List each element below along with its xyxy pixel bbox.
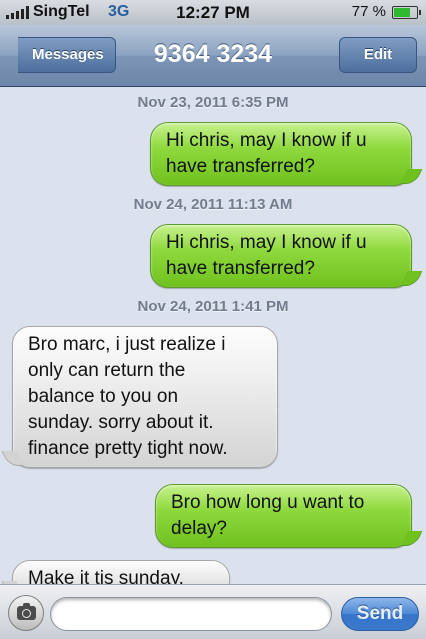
battery-percent: 77 % bbox=[351, 3, 386, 20]
send-button[interactable]: Send bbox=[341, 597, 419, 631]
battery-icon bbox=[392, 6, 421, 19]
camera-icon bbox=[17, 603, 36, 620]
battery-level bbox=[394, 8, 410, 17]
status-bar: SingTel 3G 12:27 PM 77 % bbox=[0, 0, 426, 25]
edit-button[interactable]: Edit bbox=[339, 37, 417, 73]
message-line: delay? bbox=[171, 518, 227, 539]
timestamp: Nov 24, 2011 1:41 PM bbox=[137, 298, 289, 315]
outgoing-message[interactable]: Hi chris, may I know if u have transferr… bbox=[150, 122, 412, 186]
message-input-bar: Send bbox=[0, 584, 426, 639]
message-line: only can return the bbox=[28, 360, 186, 381]
message-line: sunday. sorry about it. bbox=[28, 412, 214, 433]
conversation-thread[interactable]: Nov 23, 2011 6:35 PM Hi chris, may I kno… bbox=[0, 88, 426, 584]
message-line: finance pretty tight now. bbox=[28, 438, 228, 459]
message-line: balance to you on bbox=[28, 386, 179, 407]
message-line: Bro how long u want to bbox=[171, 492, 365, 513]
incoming-message[interactable]: Bro marc, i just realize i only can retu… bbox=[12, 326, 278, 468]
message-line: have transferred? bbox=[166, 156, 315, 177]
message-line: Bro marc, i just realize i bbox=[28, 334, 226, 355]
timestamp: Nov 24, 2011 11:13 AM bbox=[133, 196, 293, 213]
message-input[interactable] bbox=[50, 597, 332, 631]
timestamp: Nov 23, 2011 6:35 PM bbox=[137, 94, 289, 111]
message-line: Make it tis sunday. bbox=[28, 568, 184, 584]
navigation-bar: Messages 9364 3234 Edit bbox=[0, 25, 426, 87]
camera-button[interactable] bbox=[8, 595, 44, 631]
outgoing-message[interactable]: Bro how long u want to delay? bbox=[155, 484, 412, 548]
message-line: have transferred? bbox=[166, 258, 315, 279]
message-line: Hi chris, may I know if u bbox=[166, 232, 367, 253]
message-line: Hi chris, may I know if u bbox=[166, 130, 367, 151]
outgoing-message[interactable]: Hi chris, may I know if u have transferr… bbox=[150, 224, 412, 288]
incoming-message[interactable]: Make it tis sunday. bbox=[12, 560, 230, 584]
